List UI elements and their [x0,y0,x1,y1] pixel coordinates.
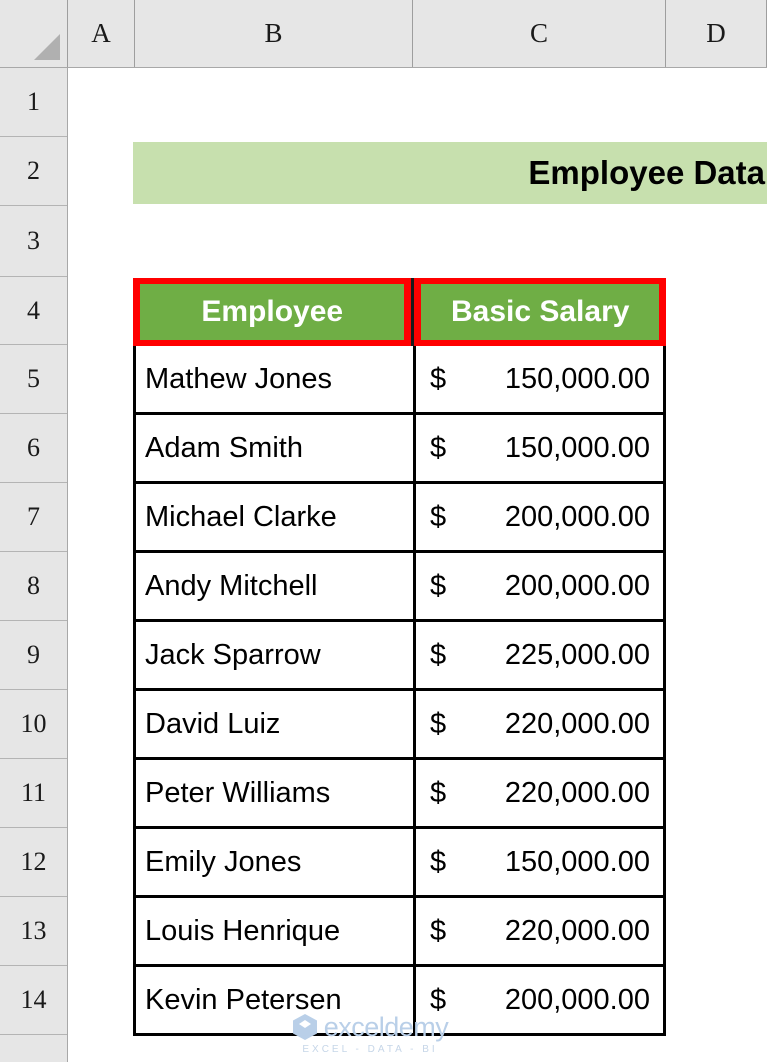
cell-employee-name[interactable]: Peter Williams [133,760,413,829]
salary-amount: 150,000.00 [504,845,650,878]
table-row[interactable]: David Luiz $220,000.00 [133,691,666,760]
cell-employee-name[interactable]: Louis Henrique [133,898,413,967]
currency-symbol: $ [430,707,447,740]
salary-amount: 220,000.00 [504,776,650,809]
cells-area: Employee Data Employee Basic Salary Math… [69,69,767,1062]
cell-basic-salary[interactable]: $150,000.00 [413,829,666,898]
header-label-employee: Employee [140,284,405,340]
cell-employee-name[interactable]: Kevin Petersen [133,967,413,1036]
select-all-triangle-icon [34,34,60,60]
currency-symbol: $ [430,431,447,464]
currency-symbol: $ [430,362,447,395]
table-row[interactable]: Kevin Petersen $200,000.00 [133,967,666,1036]
table-row[interactable]: Louis Henrique $220,000.00 [133,898,666,967]
row-header-5[interactable]: 5 [0,345,67,414]
currency-symbol: $ [430,638,447,671]
salary-amount: 200,000.00 [504,500,650,533]
page-title: Employee Data [528,154,765,191]
currency-symbol: $ [430,914,447,947]
currency-symbol: $ [430,845,447,878]
column-header-d[interactable]: D [666,0,767,67]
sheet-title-cell[interactable]: Employee Data [133,142,767,204]
column-header-strip: A B C D [0,0,767,68]
row-header-12[interactable]: 12 [0,828,67,897]
employee-data-table: Employee Basic Salary Mathew Jones $150,… [133,278,666,1036]
currency-symbol: $ [430,500,447,533]
row-header-7[interactable]: 7 [0,483,67,552]
salary-amount: 220,000.00 [504,707,650,740]
column-header-b[interactable]: B [135,0,413,67]
table-row[interactable]: Mathew Jones $150,000.00 [133,346,666,415]
table-row[interactable]: Peter Williams $220,000.00 [133,760,666,829]
row-header-4[interactable]: 4 [0,277,67,345]
row-header-10[interactable]: 10 [0,690,67,759]
table-row[interactable]: Jack Sparrow $225,000.00 [133,622,666,691]
cell-basic-salary[interactable]: $150,000.00 [413,415,666,484]
salary-amount: 150,000.00 [504,431,650,464]
row-header-9[interactable]: 9 [0,621,67,690]
salary-amount: 225,000.00 [504,638,650,671]
cell-basic-salary[interactable]: $200,000.00 [413,967,666,1036]
spreadsheet-canvas: A B C D 1 2 3 4 5 6 7 8 9 10 11 12 13 14… [0,0,767,1062]
table-row[interactable]: Emily Jones $150,000.00 [133,829,666,898]
row-header-8[interactable]: 8 [0,552,67,621]
row-header-13[interactable]: 13 [0,897,67,966]
cell-employee-name[interactable]: Emily Jones [133,829,413,898]
cell-basic-salary[interactable]: $220,000.00 [413,898,666,967]
cell-basic-salary[interactable]: $150,000.00 [413,346,666,415]
cell-employee-name[interactable]: Adam Smith [133,415,413,484]
cell-basic-salary[interactable]: $220,000.00 [413,691,666,760]
row-header-1[interactable]: 1 [0,68,67,137]
cell-basic-salary[interactable]: $200,000.00 [413,553,666,622]
column-header-c[interactable]: C [413,0,666,67]
salary-amount: 220,000.00 [504,914,650,947]
row-header-6[interactable]: 6 [0,414,67,483]
cell-employee-name[interactable]: Michael Clarke [133,484,413,553]
table-header-row: Employee Basic Salary [133,278,666,346]
cell-basic-salary[interactable]: $220,000.00 [413,760,666,829]
currency-symbol: $ [430,569,447,602]
select-all-corner[interactable] [0,0,68,67]
table-row[interactable]: Andy Mitchell $200,000.00 [133,553,666,622]
cell-employee-name[interactable]: Jack Sparrow [133,622,413,691]
currency-symbol: $ [430,983,447,1016]
table-row[interactable]: Michael Clarke $200,000.00 [133,484,666,553]
cell-employee-name[interactable]: David Luiz [133,691,413,760]
row-header-strip: 1 2 3 4 5 6 7 8 9 10 11 12 13 14 [0,68,68,1062]
header-label-basic-salary: Basic Salary [421,284,659,340]
table-row[interactable]: Adam Smith $150,000.00 [133,415,666,484]
salary-amount: 150,000.00 [504,362,650,395]
salary-amount: 200,000.00 [504,569,650,602]
column-header-a[interactable]: A [68,0,135,67]
header-cell-employee[interactable]: Employee [133,278,412,346]
cell-employee-name[interactable]: Andy Mitchell [133,553,413,622]
header-cell-basic-salary[interactable]: Basic Salary [414,278,666,346]
currency-symbol: $ [430,776,447,809]
salary-amount: 200,000.00 [504,983,650,1016]
cell-employee-name[interactable]: Mathew Jones [133,346,413,415]
row-header-2[interactable]: 2 [0,137,67,206]
row-header-11[interactable]: 11 [0,759,67,828]
cell-basic-salary[interactable]: $225,000.00 [413,622,666,691]
row-header-14[interactable]: 14 [0,966,67,1035]
cell-basic-salary[interactable]: $200,000.00 [413,484,666,553]
row-header-3[interactable]: 3 [0,206,67,277]
